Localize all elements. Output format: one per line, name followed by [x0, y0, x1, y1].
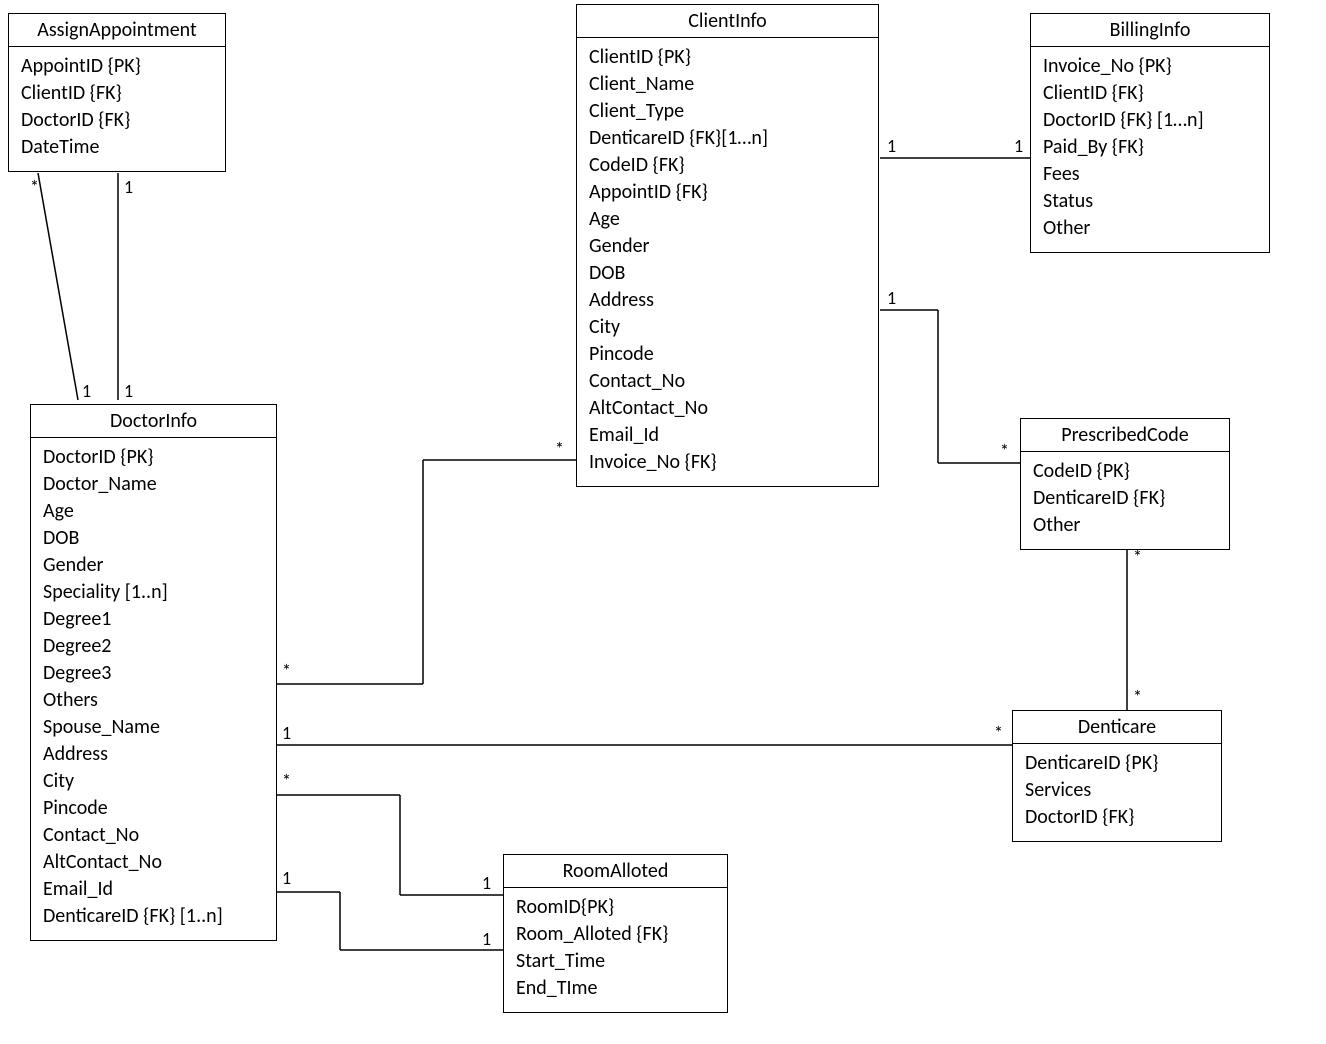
attr: Services: [1025, 777, 1209, 804]
attr: Other: [1033, 512, 1217, 539]
attr: AltContact_No: [589, 395, 866, 422]
attr: Degree3: [43, 660, 264, 687]
attr: ClientID {FK}: [21, 80, 213, 107]
attr: Contact_No: [43, 822, 264, 849]
attr: DOB: [43, 525, 264, 552]
entity-title: BillingInfo: [1031, 14, 1269, 47]
entity-title: Denticare: [1013, 711, 1221, 744]
attr: DOB: [589, 260, 866, 287]
attr: CodeID {FK}: [589, 152, 866, 179]
attr: Client_Name: [589, 71, 866, 98]
attr: DenticareID {FK}[1…n]: [589, 125, 866, 152]
attr: AppointID {PK}: [21, 53, 213, 80]
attr: Room_Alloted {FK}: [516, 921, 715, 948]
entity-attrs: DenticareID {PK} Services DoctorID {FK}: [1013, 744, 1221, 841]
attr: Spouse_Name: [43, 714, 264, 741]
mult-appoint-doctor-a-top: *: [30, 176, 39, 198]
entity-title: DoctorInfo: [31, 405, 276, 438]
entity-title: ClientInfo: [577, 5, 878, 38]
attr: ClientID {PK}: [589, 44, 866, 71]
attr: City: [589, 314, 866, 341]
attr: DenticareID {FK} [1..n]: [43, 903, 264, 930]
mult-doctor-denticare-right: *: [994, 722, 1003, 744]
attr: Address: [589, 287, 866, 314]
mult-code-denticare-bottom: *: [1133, 686, 1142, 708]
attr: AppointID {FK}: [589, 179, 866, 206]
attr: DateTime: [21, 134, 213, 161]
entity-doctor-info: DoctorInfo DoctorID {PK} Doctor_Name Age…: [30, 404, 277, 941]
entity-client-info: ClientInfo ClientID {PK} Client_Name Cli…: [576, 4, 879, 487]
mult-doctor-client-right: *: [555, 438, 564, 460]
mult-doctor-denticare-left: 1: [282, 722, 291, 744]
attr: Paid_By {FK}: [1043, 134, 1257, 161]
mult-doctor-room-a-right: 1: [482, 872, 491, 894]
attr: Degree2: [43, 633, 264, 660]
attr: Age: [43, 498, 264, 525]
entity-assign-appointment: AssignAppointment AppointID {PK} ClientI…: [8, 13, 226, 172]
attr: End_TIme: [516, 975, 715, 1002]
attr: DoctorID {FK}: [21, 107, 213, 134]
attr: Start_Time: [516, 948, 715, 975]
attr: Address: [43, 741, 264, 768]
attr: Degree1: [43, 606, 264, 633]
attr: Invoice_No {FK}: [589, 449, 866, 476]
attr: Pincode: [43, 795, 264, 822]
mult-doctor-room-b-right: 1: [482, 928, 491, 950]
entity-room-alloted: RoomAlloted RoomID{PK} Room_Alloted {FK}…: [503, 854, 728, 1013]
entity-attrs: DoctorID {PK} Doctor_Name Age DOB Gender…: [31, 438, 276, 940]
attr: Others: [43, 687, 264, 714]
attr: Invoice_No {PK}: [1043, 53, 1257, 80]
attr: Other: [1043, 215, 1257, 242]
mult-client-code-left: 1: [887, 287, 896, 309]
entity-attrs: ClientID {PK} Client_Name Client_Type De…: [577, 38, 878, 486]
entity-attrs: CodeID {PK} DenticareID {FK} Other: [1021, 452, 1229, 549]
attr: Gender: [43, 552, 264, 579]
mult-appoint-doctor-b-top: 1: [124, 176, 133, 198]
entity-prescribed-code: PrescribedCode CodeID {PK} DenticareID {…: [1020, 418, 1230, 550]
attr: AltContact_No: [43, 849, 264, 876]
mult-client-code-right: *: [1000, 440, 1009, 462]
mult-appoint-doctor-b-bottom: 1: [124, 380, 133, 402]
attr: ClientID {FK}: [1043, 80, 1257, 107]
mult-client-billing-left: 1: [887, 135, 896, 157]
entity-title: RoomAlloted: [504, 855, 727, 888]
attr: Client_Type: [589, 98, 866, 125]
attr: Email_Id: [43, 876, 264, 903]
attr: DoctorID {FK}: [1025, 804, 1209, 831]
attr: Contact_No: [589, 368, 866, 395]
attr: Age: [589, 206, 866, 233]
attr: DoctorID {PK}: [43, 444, 264, 471]
attr: Status: [1043, 188, 1257, 215]
mult-appoint-doctor-a-bottom: 1: [82, 380, 91, 402]
attr: DoctorID {FK} [1…n]: [1043, 107, 1257, 134]
entity-title: AssignAppointment: [9, 14, 225, 47]
entity-title: PrescribedCode: [1021, 419, 1229, 452]
attr: RoomID{PK}: [516, 894, 715, 921]
attr: Doctor_Name: [43, 471, 264, 498]
attr: Speciality [1..n]: [43, 579, 264, 606]
mult-doctor-room-a-left: *: [282, 770, 291, 792]
attr: City: [43, 768, 264, 795]
mult-doctor-client-left: *: [282, 660, 291, 682]
attr: Email_Id: [589, 422, 866, 449]
attr: Fees: [1043, 161, 1257, 188]
mult-doctor-room-b-left: 1: [282, 867, 291, 889]
entity-denticare: Denticare DenticareID {PK} Services Doct…: [1012, 710, 1222, 842]
attr: DenticareID {PK}: [1025, 750, 1209, 777]
attr: Gender: [589, 233, 866, 260]
entity-attrs: Invoice_No {PK} ClientID {FK} DoctorID {…: [1031, 47, 1269, 252]
attr: Pincode: [589, 341, 866, 368]
entity-attrs: RoomID{PK} Room_Alloted {FK} Start_Time …: [504, 888, 727, 1012]
attr: CodeID {PK}: [1033, 458, 1217, 485]
er-diagram-canvas: * 1 1 1 * * 1 * * 1 1 1 1 1 1 * * * Assi…: [0, 0, 1326, 1044]
attr: DenticareID {FK}: [1033, 485, 1217, 512]
entity-billing-info: BillingInfo Invoice_No {PK} ClientID {FK…: [1030, 13, 1270, 253]
entity-attrs: AppointID {PK} ClientID {FK} DoctorID {F…: [9, 47, 225, 171]
mult-client-billing-right: 1: [1014, 135, 1023, 157]
